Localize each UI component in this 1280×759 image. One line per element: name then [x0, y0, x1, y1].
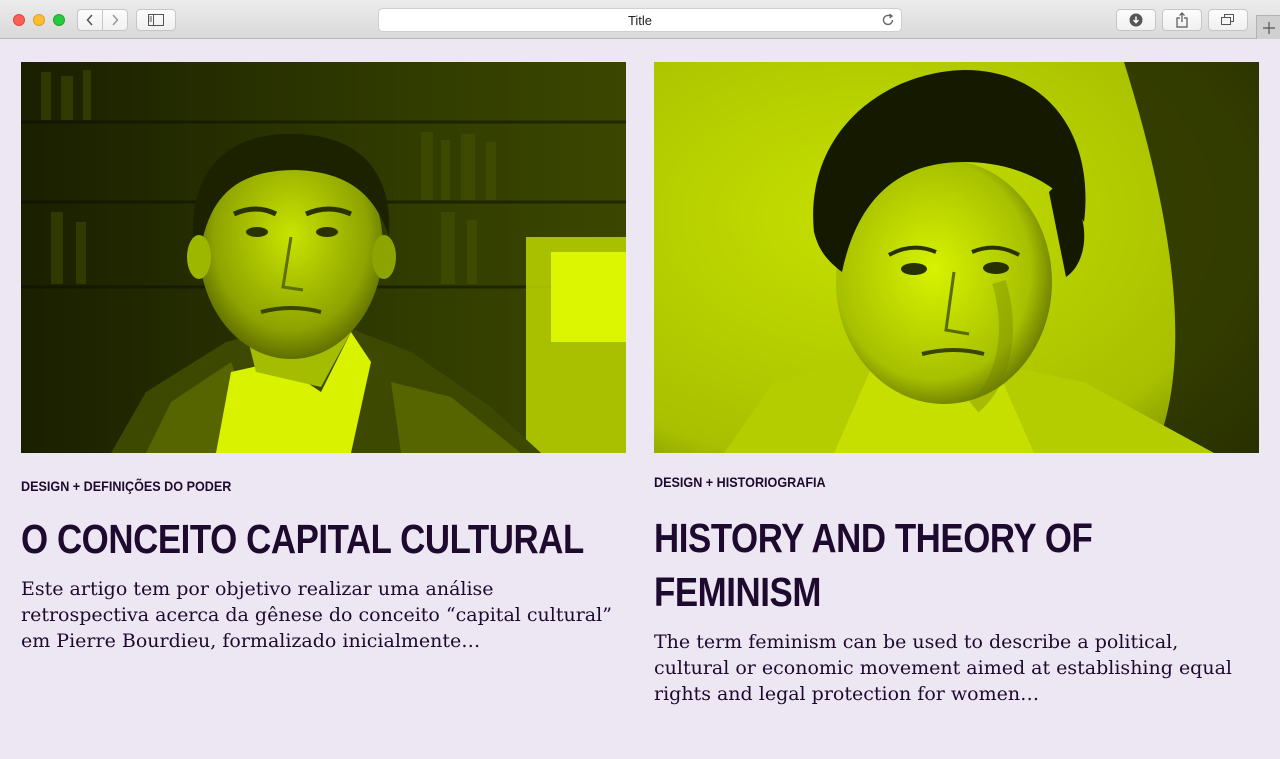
close-window-button[interactable]	[13, 14, 25, 26]
history-nav	[77, 9, 128, 31]
page-title: Title	[627, 13, 653, 28]
article-excerpt: The term feminism can be used to describ…	[654, 631, 1232, 705]
chevron-right-icon	[112, 14, 119, 26]
browser-toolbar: Title	[0, 0, 1280, 39]
address-bar[interactable]: Title	[378, 8, 902, 32]
tabs-icon	[1221, 14, 1234, 25]
share-icon	[1176, 12, 1188, 28]
download-icon	[1129, 13, 1143, 27]
share-button[interactable]	[1162, 9, 1202, 31]
back-button[interactable]	[77, 9, 103, 31]
article-headline[interactable]: O CONCEITO CAPITAL CULTURAL	[21, 512, 616, 566]
reload-icon[interactable]	[881, 13, 895, 27]
chevron-left-icon	[86, 14, 93, 26]
new-tab-button[interactable]	[1256, 15, 1280, 39]
article-card[interactable]: DESIGN + HISTORIOGRAFIA HISTORY AND THEO…	[654, 62, 1259, 707]
article-card[interactable]: DESIGN + DEFINIÇÕES DO PODER O CONCEITO …	[21, 62, 626, 654]
plus-icon	[1262, 21, 1275, 34]
article-category[interactable]: DESIGN + HISTORIOGRAFIA	[654, 474, 1199, 490]
article-photo[interactable]	[654, 62, 1259, 453]
sidebar-toggle-button[interactable]	[136, 9, 176, 31]
tabs-overview-button[interactable]	[1208, 9, 1248, 31]
minimize-window-button[interactable]	[33, 14, 45, 26]
article-excerpt: Este artigo tem por objetivo realizar um…	[21, 578, 612, 652]
article-category[interactable]: DESIGN + DEFINIÇÕES DO PODER	[21, 478, 566, 494]
article-photo[interactable]	[21, 62, 626, 453]
downloads-button[interactable]	[1116, 9, 1156, 31]
article-headline[interactable]: HISTORY AND THEORY OF FEMINISM	[654, 511, 1113, 619]
forward-button[interactable]	[103, 9, 128, 31]
zoom-window-button[interactable]	[53, 14, 65, 26]
sidebar-icon	[148, 14, 164, 26]
